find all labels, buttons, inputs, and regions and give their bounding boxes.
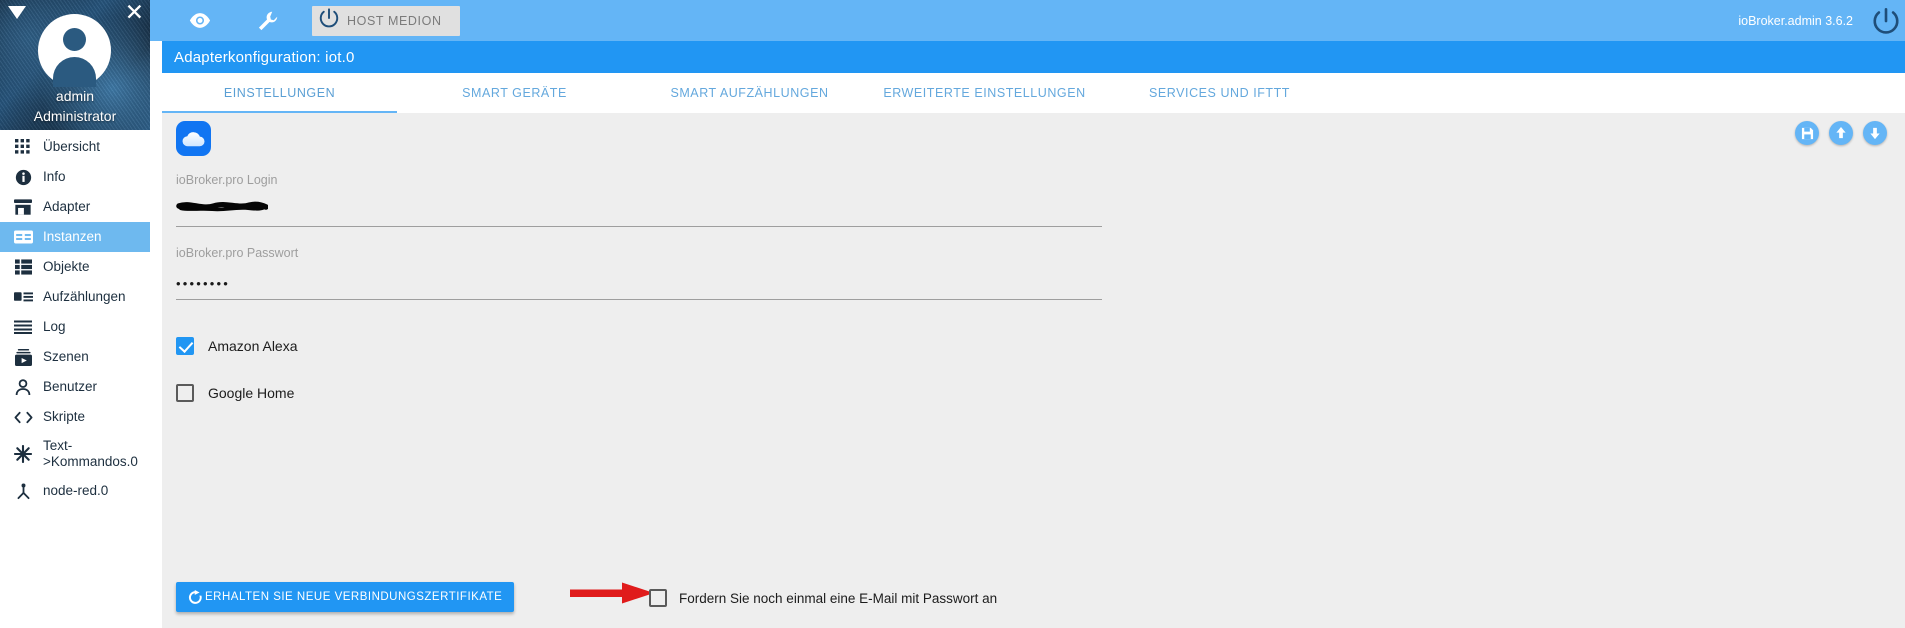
sidebar-item-label: Objekte: [43, 259, 90, 275]
host-chip-label: HOST MEDION: [347, 13, 442, 28]
app-window: ✕ admin Administrator Übersicht Info Ada…: [0, 0, 1905, 628]
checkbox-label: Fordern Sie noch einmal eine E-Mail mit …: [679, 590, 998, 606]
login-input[interactable]: [176, 197, 1102, 227]
sidebar-item-szenen[interactable]: Szenen: [0, 342, 150, 372]
password-field-group: ioBroker.pro Passwort ••••••••: [176, 246, 1102, 300]
sidebar-item-uebersicht[interactable]: Übersicht: [0, 132, 150, 162]
power-info-icon: [318, 7, 340, 34]
sidebar-item-instanzen[interactable]: Instanzen: [0, 222, 150, 252]
list-icon: [12, 257, 34, 277]
grid-icon: [12, 137, 34, 157]
sidebar-item-label: Info: [43, 169, 66, 185]
caret-down-icon[interactable]: [8, 6, 26, 19]
get-new-certificates-button[interactable]: ERHALTEN SIE NEUE VERBINDUNGSZERTIFIKATE: [176, 582, 515, 612]
tab-label: EINSTELLUNGEN: [223, 86, 336, 100]
password-input-value: ••••••••: [176, 276, 231, 291]
tab-erweiterte-einstellungen[interactable]: ERWEITERTE EINSTELLUNGEN: [867, 73, 1102, 113]
wrench-icon[interactable]: [246, 0, 290, 41]
sidebar-item-benutzer[interactable]: Benutzer: [0, 372, 150, 402]
enum-icon: [12, 287, 34, 307]
checkbox-box[interactable]: [176, 384, 194, 402]
sidebar-item-label: Skripte: [43, 409, 86, 425]
cloud-icon: [176, 121, 211, 156]
store-icon: [12, 197, 34, 217]
checkbox-box[interactable]: [176, 337, 194, 355]
top-toolbar: HOST MEDION ioBroker.admin 3.6.2: [150, 0, 1905, 41]
person-icon: [12, 377, 34, 397]
sidebar-item-label: Aufzählungen: [43, 289, 126, 305]
instances-icon: [12, 227, 34, 247]
sidebar-item-node-red[interactable]: node-red.0: [0, 476, 150, 506]
log-lines-icon: [12, 317, 34, 337]
sidebar-nav: Übersicht Info Adapter Instanzen Objekte…: [0, 130, 150, 506]
panel-action-buttons: [1795, 121, 1887, 145]
profile-header: ✕ admin Administrator: [0, 0, 150, 130]
login-input-value: [176, 197, 1102, 201]
sidebar-item-skripte[interactable]: Skripte: [0, 402, 150, 432]
red-arrow-right-icon: [570, 582, 655, 604]
host-chip[interactable]: HOST MEDION: [312, 5, 460, 36]
sidebar: ✕ admin Administrator Übersicht Info Ada…: [0, 0, 150, 628]
redaction-scribble: [176, 201, 268, 212]
tab-smart-geraete[interactable]: SMART GERÄTE: [397, 73, 632, 113]
login-field-label: ioBroker.pro Login: [176, 173, 278, 187]
checkbox-amazon-alexa[interactable]: Amazon Alexa: [176, 337, 298, 355]
checkbox-label: Amazon Alexa: [208, 338, 298, 354]
login-field-group: ioBroker.pro Login: [176, 173, 1102, 227]
sidebar-item-log[interactable]: Log: [0, 312, 150, 342]
upload-arrow-icon[interactable]: [1829, 121, 1853, 145]
sidebar-item-label: Szenen: [43, 349, 89, 365]
settings-panel: ioBroker.pro Login ioBroker.pro Passwort…: [162, 113, 1905, 628]
sidebar-item-label: Instanzen: [43, 229, 102, 245]
sidebar-item-text-kommandos[interactable]: Text->Kommandos.0: [0, 432, 150, 476]
sidebar-item-label: Adapter: [43, 199, 91, 215]
checkbox-request-password-email[interactable]: Fordern Sie noch einmal eine E-Mail mit …: [649, 589, 997, 607]
sidebar-item-adapter[interactable]: Adapter: [0, 192, 150, 222]
sidebar-item-label: Übersicht: [43, 139, 101, 155]
tab-smart-aufzaehlungen[interactable]: SMART AUFZÄHLUNGEN: [632, 73, 867, 113]
code-brackets-icon: [12, 407, 34, 427]
save-disk-icon[interactable]: [1795, 121, 1819, 145]
password-input[interactable]: ••••••••: [176, 270, 1102, 300]
get-new-certificates-label: ERHALTEN SIE NEUE VERBINDUNGSZERTIFIKATE: [205, 591, 503, 603]
profile-role: Administrator: [33, 108, 117, 124]
node-red-icon: [12, 481, 34, 501]
content-area: Adapterkonfiguration: iot.0 EINSTELLUNGE…: [150, 41, 1905, 628]
sidebar-item-objekte[interactable]: Objekte: [0, 252, 150, 282]
tab-services-und-ifttt[interactable]: SERVICES UND IFTTT: [1102, 73, 1337, 113]
tab-bar: EINSTELLUNGEN SMART GERÄTE SMART AUFZÄHL…: [162, 73, 1905, 113]
sidebar-item-label: Log: [43, 319, 66, 335]
tab-label: SMART GERÄTE: [462, 86, 567, 100]
scenes-play-icon: [12, 347, 34, 367]
sidebar-item-label: node-red.0: [43, 483, 109, 499]
tab-label: ERWEITERTE EINSTELLUNGEN: [883, 86, 1086, 100]
avatar: [38, 14, 111, 87]
profile-name: admin: [55, 88, 95, 104]
checkbox-label: Google Home: [208, 385, 295, 401]
tab-einstellungen[interactable]: EINSTELLUNGEN: [162, 73, 397, 113]
sidebar-item-label: Text->Kommandos.0: [43, 438, 138, 469]
asterisk-icon: [12, 444, 34, 464]
sidebar-item-label: Benutzer: [43, 379, 98, 395]
info-icon: [12, 167, 34, 187]
refresh-icon: [188, 589, 203, 605]
sidebar-item-info[interactable]: Info: [0, 162, 150, 192]
checkbox-google-home[interactable]: Google Home: [176, 384, 294, 402]
iobroker-logo-icon[interactable]: [1871, 6, 1901, 36]
close-icon[interactable]: ✕: [125, 1, 144, 24]
checkbox-box[interactable]: [649, 589, 667, 607]
page-title: Adapterkonfiguration: iot.0: [162, 41, 1905, 73]
eye-icon[interactable]: [178, 0, 222, 41]
password-field-label: ioBroker.pro Passwort: [176, 246, 299, 260]
sidebar-item-aufzaehlungen[interactable]: Aufzählungen: [0, 282, 150, 312]
app-version: ioBroker.admin 3.6.2: [1738, 13, 1853, 28]
tab-label: SMART AUFZÄHLUNGEN: [670, 86, 829, 100]
tab-label: SERVICES UND IFTTT: [1149, 86, 1290, 100]
download-arrow-icon[interactable]: [1863, 121, 1887, 145]
